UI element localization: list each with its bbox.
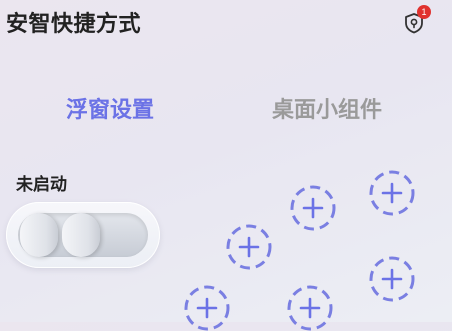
plus-dashed-circle-icon (226, 224, 272, 270)
plus-dashed-circle-icon (287, 285, 333, 331)
float-window-toggle[interactable] (6, 202, 160, 268)
plus-dashed-circle-icon (369, 170, 415, 216)
add-shortcut-slot[interactable] (369, 256, 415, 302)
security-button[interactable]: 1 (401, 5, 431, 36)
add-shortcut-slot[interactable] (287, 285, 333, 331)
notification-badge: 1 (417, 5, 431, 19)
plus-dashed-circle-icon (290, 185, 336, 231)
add-shortcut-slot[interactable] (290, 185, 336, 231)
toggle-knob (20, 213, 58, 257)
tab-desktop-widget[interactable]: 桌面小组件 (272, 92, 382, 124)
app-title: 安智快捷方式 (6, 12, 142, 37)
plus-dashed-circle-icon (184, 285, 230, 331)
add-shortcut-slot[interactable] (184, 285, 230, 331)
add-shortcut-slot[interactable] (369, 170, 415, 216)
toggle-knob (62, 213, 100, 257)
status-label: 未启动 (16, 175, 67, 195)
plus-dashed-circle-icon (369, 256, 415, 302)
tab-float-window-settings[interactable]: 浮窗设置 (66, 92, 154, 124)
add-shortcut-slot[interactable] (226, 224, 272, 270)
